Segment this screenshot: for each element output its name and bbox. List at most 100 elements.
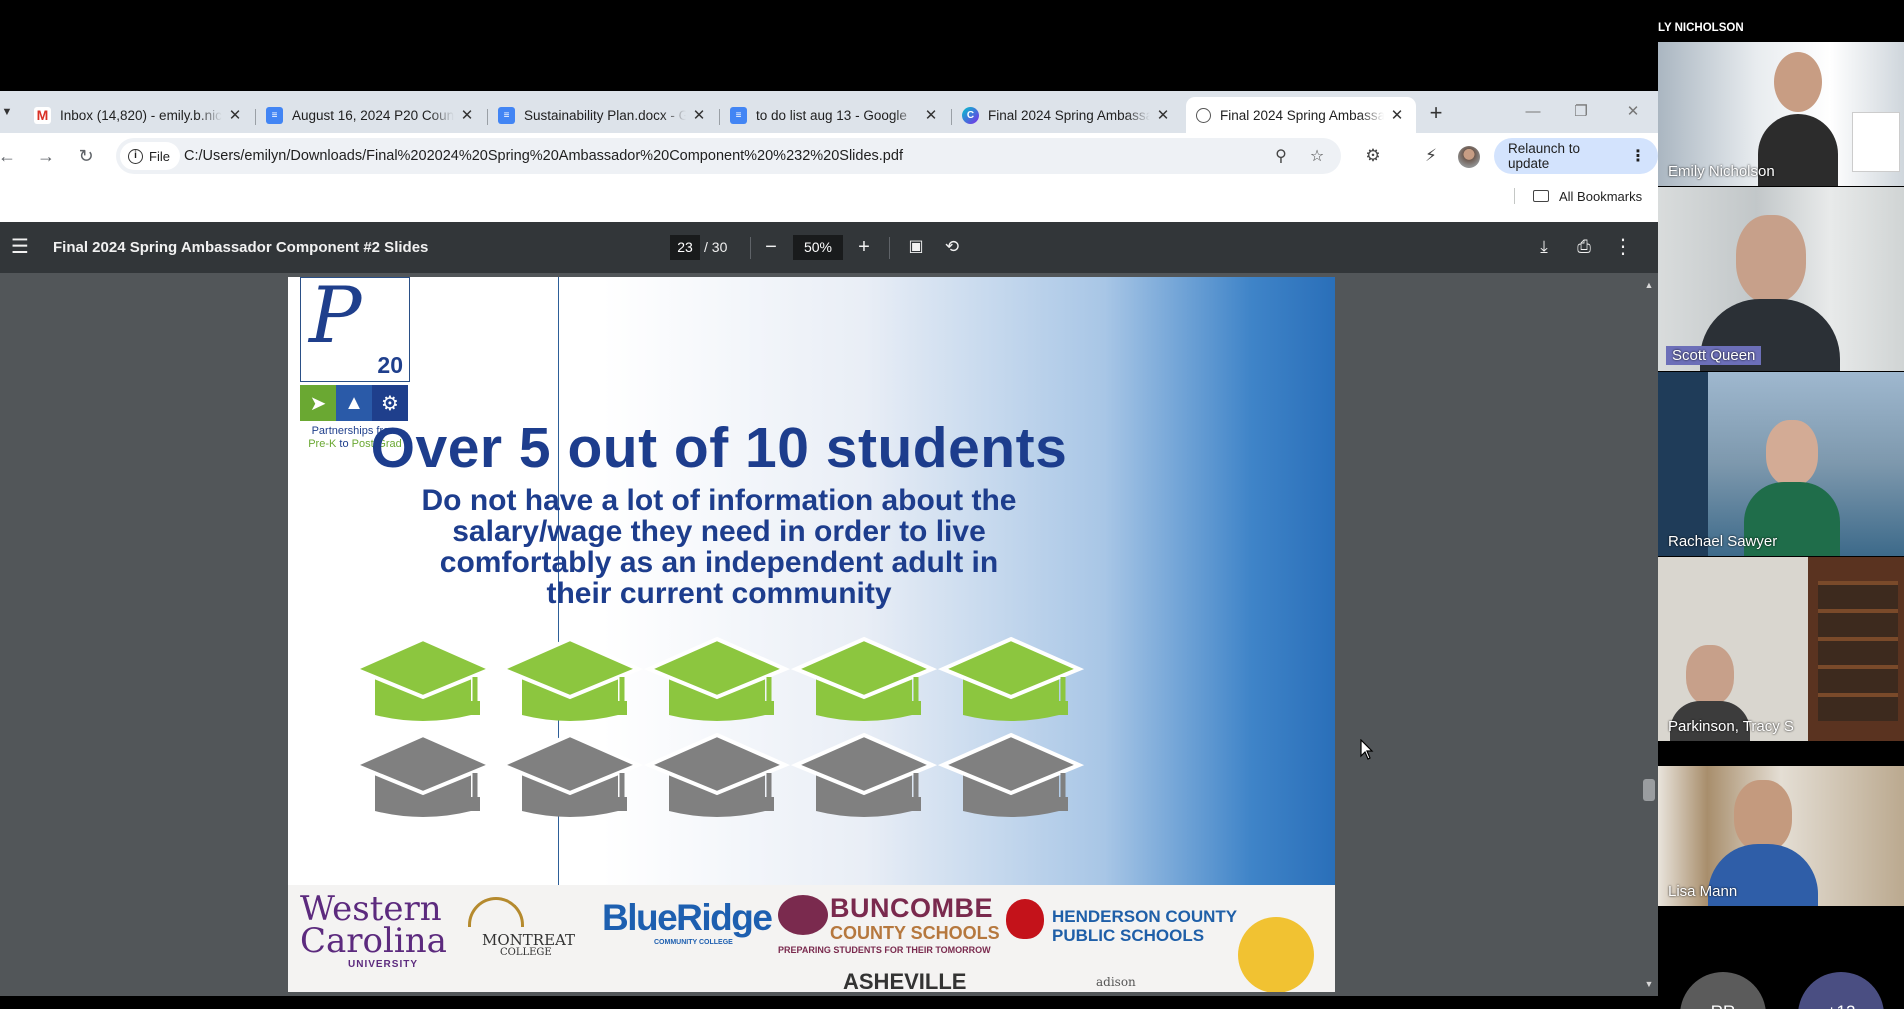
- close-icon[interactable]: ✕: [922, 106, 940, 124]
- window-close-button[interactable]: ✕: [1610, 99, 1656, 125]
- slide-headline: Over 5 out of 10 students: [370, 416, 1068, 480]
- star-icon[interactable]: ☆: [1306, 146, 1328, 168]
- print-icon[interactable]: ⎙: [1571, 235, 1597, 261]
- scroll-thumb[interactable]: [1643, 779, 1655, 801]
- buncombe-logo: BUNCOMBE: [830, 893, 993, 923]
- more-participants-button[interactable]: +12: [1798, 972, 1884, 1009]
- site-info-chip[interactable]: i File: [120, 142, 180, 170]
- tab-title: August 16, 2024 P20 Council: [292, 107, 454, 123]
- participant-avatar[interactable]: RR: [1680, 972, 1766, 1009]
- buncombe-emblem: [778, 895, 828, 935]
- blueridge-logo: BlueRidge: [602, 897, 773, 938]
- blueridge-subtitle: COMMUNITY COLLEGE: [654, 939, 733, 946]
- graduation-cap-icon: [937, 636, 1085, 721]
- scroll-up-icon[interactable]: ▲: [1644, 280, 1654, 290]
- tab-final-spring-canva[interactable]: C Final 2024 Spring Ambassador ✕: [952, 97, 1182, 133]
- all-bookmarks-button[interactable]: All Bookmarks: [1533, 179, 1642, 213]
- graduation-cap-icon: [358, 636, 497, 721]
- restore-button[interactable]: ❐: [1558, 99, 1604, 125]
- montreat-subtitle: COLLEGE: [500, 947, 552, 958]
- participant-name: Emily Nicholson: [1668, 163, 1775, 180]
- pdf-toolbar: ☰ Final 2024 Spring Ambassador Component…: [0, 222, 1658, 273]
- graduation-cap-icon: [643, 636, 791, 721]
- relaunch-label: Relaunch to update: [1508, 141, 1581, 171]
- zoom-out-icon[interactable]: −: [758, 235, 784, 261]
- presenter-label: LY NICHOLSON: [1658, 22, 1744, 34]
- extensions-icon[interactable]: ⚙: [1360, 143, 1386, 169]
- participant-tile[interactable]: Rachael Sawyer: [1658, 372, 1904, 556]
- minimize-button[interactable]: —: [1510, 99, 1556, 125]
- graduation-cap-icon: [358, 732, 497, 817]
- graduation-cap-icon: [496, 636, 644, 721]
- pdf-viewer[interactable]: P 20 ➤ ▲ ⚙ Partnerships from Pre-K to Po…: [0, 273, 1658, 996]
- tab-sustainability-plan[interactable]: ≡ Sustainability Plan.docx - Google ✕: [488, 97, 718, 133]
- folder-icon: [1533, 190, 1549, 202]
- graduation-cap-icon: [643, 732, 791, 817]
- graduation-caps-graphic: [358, 636, 1085, 817]
- logo-number: 20: [377, 352, 403, 378]
- gmail-icon: M: [34, 106, 51, 124]
- participant-name: Lisa Mann: [1668, 883, 1738, 900]
- tab-title: Final 2024 Spring Ambassador: [988, 107, 1150, 123]
- more-options-icon[interactable]: ⋮: [1610, 235, 1636, 261]
- participant-tile[interactable]: Emily Nicholson: [1658, 42, 1904, 186]
- address-bar[interactable]: i File C:/Users/emilyn/Downloads/Final%2…: [116, 138, 1341, 174]
- browser-window: ▼ M Inbox (14,820) - emily.b.nicholson ✕…: [0, 91, 1658, 996]
- tab-august-16[interactable]: ≡ August 16, 2024 P20 Council ✕: [256, 97, 486, 133]
- tab-gmail[interactable]: M Inbox (14,820) - emily.b.nicholson ✕: [24, 97, 254, 133]
- back-icon[interactable]: ←: [0, 143, 20, 169]
- scroll-down-icon[interactable]: ▼: [1644, 979, 1654, 989]
- tab-to-do-list[interactable]: ≡ to do list aug 13 - Google ✕: [720, 97, 950, 133]
- forward-icon[interactable]: →: [33, 143, 59, 169]
- reload-icon[interactable]: ↻: [73, 143, 99, 169]
- close-icon[interactable]: ✕: [226, 106, 244, 124]
- graduation-cap-icon: ▲: [336, 385, 372, 421]
- madison-logo: adison: [1096, 975, 1136, 989]
- tab-search-icon[interactable]: ▼: [0, 101, 14, 123]
- browser-toolbar: ← → ↻ i File C:/Users/emilyn/Downloads/F…: [0, 133, 1658, 179]
- logo-caption-pre-k: Pre-K: [308, 438, 337, 450]
- rotate-icon[interactable]: ⟲: [939, 235, 965, 261]
- participant-tile[interactable]: Scott Queen: [1658, 187, 1904, 371]
- participant-name: Rachael Sawyer: [1668, 533, 1778, 550]
- close-icon[interactable]: ✕: [1154, 106, 1172, 124]
- graduation-cap-icon: [937, 732, 1085, 817]
- relaunch-button[interactable]: Relaunch to update ⋮: [1494, 138, 1658, 174]
- pdf-scrollbar[interactable]: ▲ ▼: [1640, 273, 1658, 996]
- participant-tile[interactable]: Lisa Mann: [1658, 766, 1904, 906]
- canva-icon: C: [962, 106, 979, 124]
- docs-icon: ≡: [498, 106, 515, 124]
- montreat-emblem: [468, 897, 524, 927]
- profile-avatar[interactable]: [1458, 146, 1480, 168]
- page-number-input[interactable]: 23: [670, 235, 700, 260]
- tab-title: Sustainability Plan.docx - Google: [524, 107, 686, 123]
- participant-name: Parkinson, Tracy S: [1668, 718, 1794, 735]
- zoom-input[interactable]: 50%: [793, 235, 843, 260]
- bookmarks-bar: All Bookmarks: [0, 179, 1658, 213]
- slide-subheadline: Do not have a lot of information about t…: [421, 484, 1017, 610]
- henderson-subtitle: PUBLIC SCHOOLS: [1052, 926, 1205, 945]
- zoom-in-icon[interactable]: +: [851, 235, 877, 261]
- globe-icon: [1196, 107, 1211, 123]
- new-tab-button[interactable]: +: [1423, 100, 1449, 126]
- url-text[interactable]: C:/Users/emilyn/Downloads/Final%202024%2…: [184, 138, 903, 174]
- menu-icon[interactable]: ☰: [8, 235, 32, 259]
- pdf-title: Final 2024 Spring Ambassador Component #…: [53, 239, 429, 256]
- henderson-logo: HENDERSON COUNTY: [1052, 907, 1238, 926]
- close-icon[interactable]: ✕: [1388, 106, 1406, 124]
- fit-page-icon[interactable]: ▣: [903, 235, 929, 261]
- download-icon[interactable]: ⤓: [1531, 235, 1557, 261]
- buncombe-subtitle: COUNTY SCHOOLS: [830, 923, 1000, 943]
- graduation-cap-icon: [496, 732, 644, 817]
- slide-page: P 20 ➤ ▲ ⚙ Partnerships from Pre-K to Po…: [288, 277, 1335, 992]
- close-icon[interactable]: ✕: [690, 106, 708, 124]
- tab-final-spring-pdf[interactable]: Final 2024 Spring Ambassador ✕: [1186, 97, 1416, 133]
- participant-tile[interactable]: Parkinson, Tracy S: [1658, 557, 1904, 741]
- zoom-icon[interactable]: ⚲: [1270, 146, 1292, 168]
- chip-label: File: [149, 148, 170, 164]
- tab-title: Final 2024 Spring Ambassador: [1220, 107, 1384, 123]
- tab-title: Inbox (14,820) - emily.b.nicholson: [60, 107, 222, 123]
- close-icon[interactable]: ✕: [458, 106, 476, 124]
- performance-icon[interactable]: ⚡: [1418, 143, 1444, 169]
- wcu-subtitle: UNIVERSITY: [348, 959, 419, 970]
